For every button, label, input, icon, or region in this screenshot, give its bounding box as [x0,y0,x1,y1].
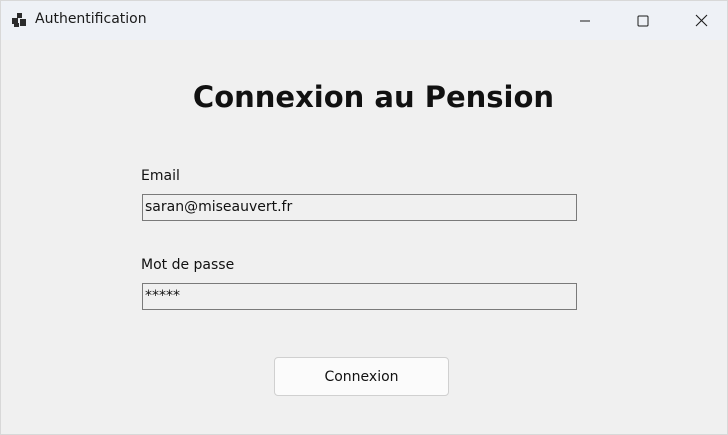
email-field[interactable]: saran@miseauvert.fr [142,194,577,221]
email-label: Email [141,168,180,184]
minimize-icon [579,15,591,27]
password-label: Mot de passe [141,257,235,273]
app-window-icon [11,12,27,28]
page-title: Connexion au Pension [192,80,555,114]
close-button[interactable] [672,1,728,40]
maximize-button[interactable] [614,1,672,40]
password-field[interactable]: ***** [142,283,577,310]
title-bar[interactable]: Authentification [1,1,727,40]
auth-window: Authentification Connexion au Pension Em… [0,0,728,435]
maximize-icon [637,15,649,27]
minimize-button[interactable] [556,1,614,40]
login-button[interactable]: Connexion [274,357,449,396]
window-title: Authentification [35,11,147,27]
close-icon [695,14,708,27]
